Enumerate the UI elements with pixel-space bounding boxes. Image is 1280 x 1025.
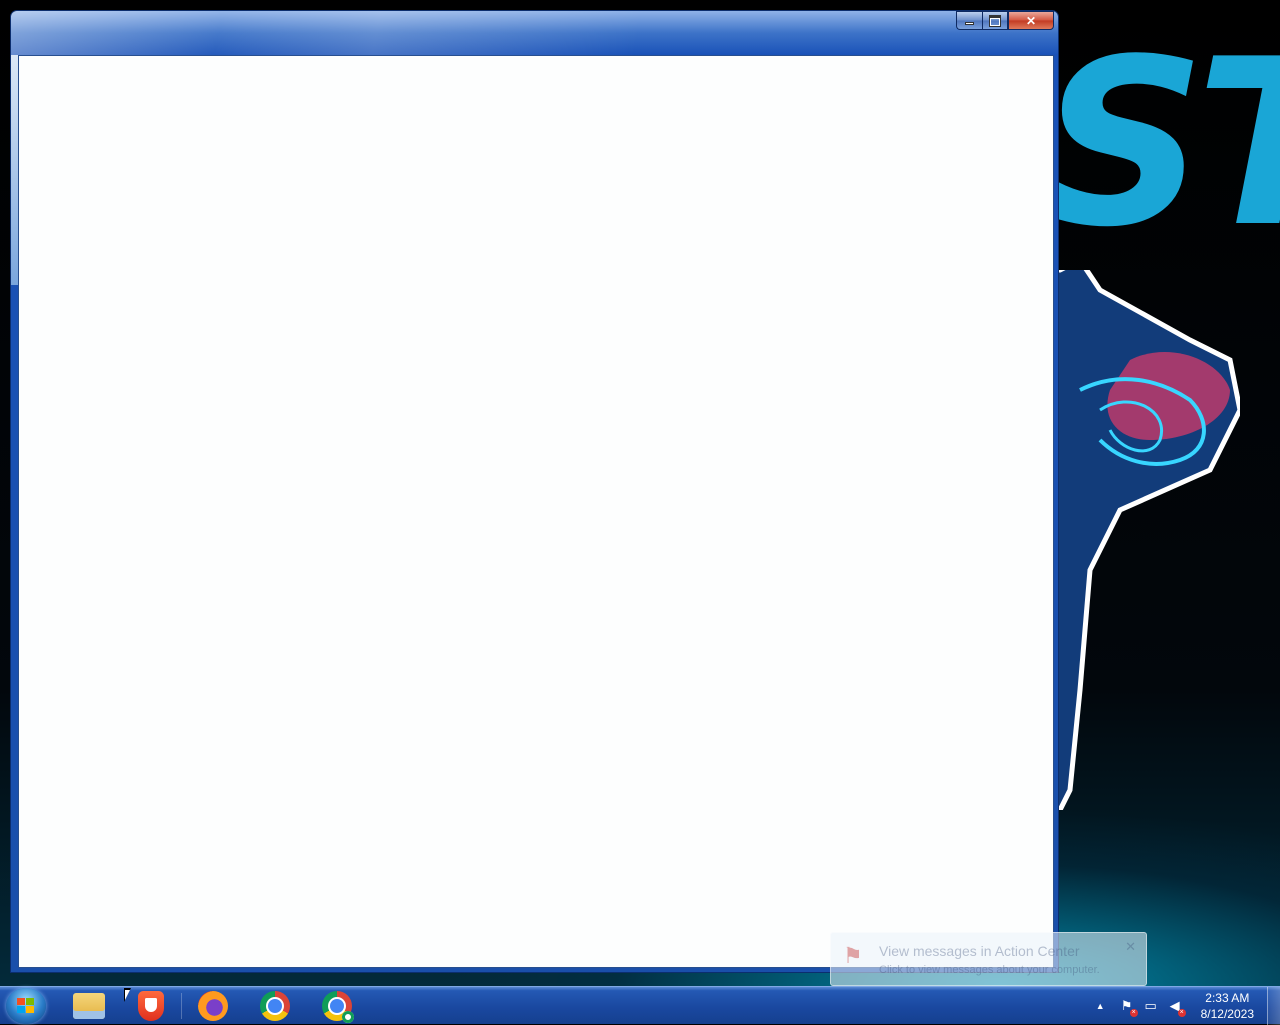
system-tray: ▲ ⚑ × ▭ ◀ × 2:33 AM 8/12/2023: [1096, 987, 1262, 1025]
window-frame-highlight: [11, 55, 18, 285]
taskbar-explorer-button[interactable]: [61, 988, 117, 1024]
title-bar[interactable]: [11, 11, 1058, 55]
clock-date: 8/12/2023: [1200, 1007, 1254, 1021]
mouse-cursor-fill: [125, 990, 130, 1000]
close-button[interactable]: ✕: [1008, 11, 1054, 30]
window-client-area[interactable]: [18, 55, 1054, 968]
taskbar-firefox-button[interactable]: [185, 988, 241, 1024]
close-icon: ✕: [1025, 13, 1037, 28]
taskbar-chrome-app-button[interactable]: [309, 988, 365, 1024]
start-button[interactable]: [6, 988, 46, 1024]
notification-title: View messages in Action Center: [879, 943, 1080, 959]
chrome-app-icon: [322, 991, 354, 1023]
network-icon[interactable]: ▭: [1143, 998, 1159, 1014]
clock-time: 2:33 AM: [1205, 991, 1250, 1005]
taskbar-brave-button[interactable]: [123, 988, 179, 1024]
notification-close-button[interactable]: ✕: [1125, 939, 1136, 955]
brave-icon: [138, 991, 164, 1021]
chrome-icon: [260, 991, 290, 1021]
wallpaper-text: ST: [1040, 11, 1280, 278]
folder-icon: [73, 993, 105, 1019]
caption-buttons: ✕: [956, 11, 1054, 30]
windows-logo-icon: [17, 998, 35, 1014]
app-window[interactable]: ✕: [11, 11, 1058, 972]
taskbar: ▲ ⚑ × ▭ ◀ × 2:33 AM 8/12/2023: [0, 986, 1280, 1025]
minimize-icon: [965, 22, 974, 25]
wallpaper-figure: [1040, 270, 1240, 810]
action-center-notification[interactable]: ⚑ View messages in Action Center Click t…: [830, 932, 1147, 986]
show-desktop-button[interactable]: [1267, 987, 1280, 1025]
firefox-icon: [198, 991, 228, 1021]
action-center-flag-icon[interactable]: ⚑ ×: [1119, 998, 1138, 1017]
flag-icon: ⚑: [843, 943, 863, 968]
maximize-icon: [989, 14, 1001, 27]
notification-body: Click to view messages about your comput…: [879, 964, 1100, 976]
speaker-muted-icon[interactable]: ◀ ×: [1167, 998, 1186, 1017]
taskbar-separator: [181, 993, 182, 1019]
minimize-button[interactable]: [956, 11, 982, 30]
clock[interactable]: 2:33 AM 8/12/2023: [1201, 990, 1254, 1022]
maximize-button[interactable]: [982, 11, 1008, 30]
taskbar-chrome-button[interactable]: [247, 988, 303, 1024]
show-hidden-icons-button[interactable]: ▲: [1096, 1001, 1105, 1011]
